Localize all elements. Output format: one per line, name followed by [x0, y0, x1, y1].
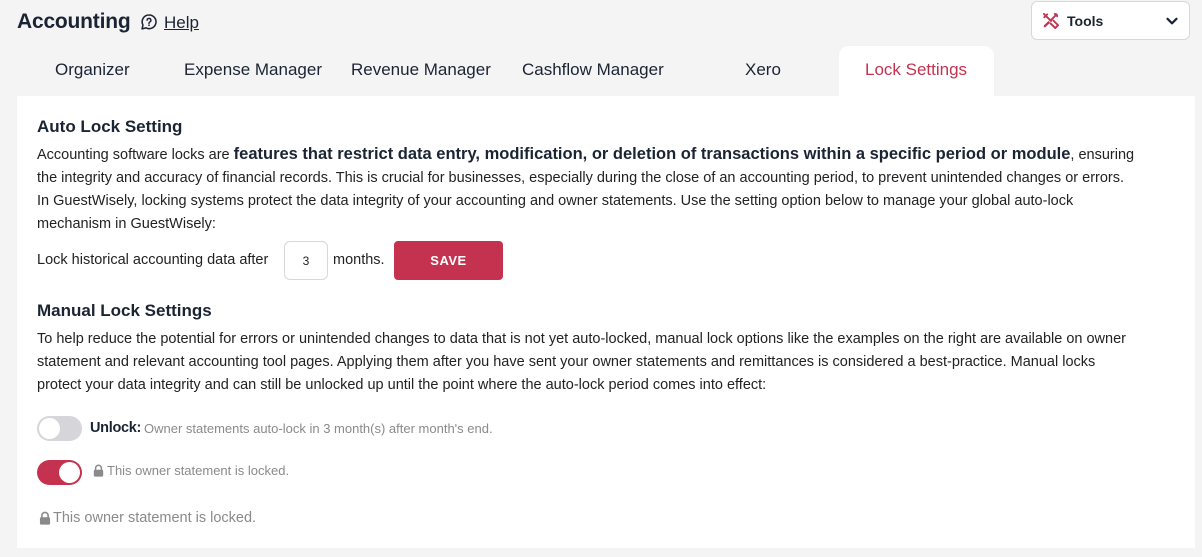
manual-lock-description-line-1: To help reduce the potential for errors … — [37, 331, 1126, 347]
help-link[interactable]: Help — [164, 13, 199, 33]
months-label: months. — [333, 252, 385, 268]
unlock-label: Unlock: — [90, 420, 142, 436]
auto-lock-description-line-2: the integrity and accuracy of financial … — [37, 170, 1125, 186]
manual-lock-heading: Manual Lock Settings — [37, 301, 212, 320]
tools-label: Tools — [1067, 12, 1104, 29]
auto-lock-description-line-4: mechanism in GuestWisely: — [37, 216, 216, 232]
auto-lock-heading: Auto Lock Setting — [37, 117, 183, 136]
toggle-knob — [59, 462, 80, 483]
unlock-toggle-example[interactable] — [37, 416, 82, 441]
tools-dropdown[interactable]: Tools — [1031, 1, 1190, 40]
auto-lock-description-line-3: In GuestWisely, locking systems protect … — [37, 193, 1074, 209]
lock-icon — [39, 511, 51, 525]
desc-suffix: , ensuring — [1070, 147, 1135, 163]
tab-xero[interactable]: Xero — [745, 60, 781, 80]
tab-revenue-manager[interactable]: Revenue Manager — [351, 60, 491, 80]
tab-cashflow-manager[interactable]: Cashflow Manager — [522, 60, 664, 80]
tools-icon — [1042, 12, 1059, 29]
lock-icon — [93, 464, 104, 477]
tab-expense-manager[interactable]: Expense Manager — [184, 60, 322, 80]
page-title: Accounting — [17, 10, 131, 33]
toggle-knob — [39, 418, 60, 439]
chat-question-icon[interactable] — [140, 13, 158, 31]
unlock-description: Owner statements auto-lock in 3 month(s)… — [144, 421, 493, 436]
chevron-down-icon — [1166, 17, 1178, 24]
manual-lock-description-line-2: statement and relevant accounting tool p… — [37, 354, 1096, 370]
desc-bold: features that restrict data entry, modif… — [233, 145, 1071, 163]
manual-lock-description-line-3: protect your data integrity and can stil… — [37, 377, 767, 393]
lock-toggle-example[interactable] — [37, 460, 82, 485]
auto-lock-description-line-1: Accounting software locks are features t… — [37, 143, 1187, 168]
save-button[interactable]: SAVE — [394, 241, 503, 280]
locked-example-text: This owner statement is locked. — [107, 463, 290, 478]
tab-lock-settings[interactable]: Lock Settings — [865, 60, 967, 80]
months-input[interactable] — [284, 241, 328, 280]
locked-notice: This owner statement is locked. — [53, 510, 257, 526]
tab-organizer[interactable]: Organizer — [55, 60, 130, 80]
lock-after-label: Lock historical accounting data after — [37, 252, 269, 268]
desc-prefix: Accounting software locks are — [37, 147, 234, 163]
